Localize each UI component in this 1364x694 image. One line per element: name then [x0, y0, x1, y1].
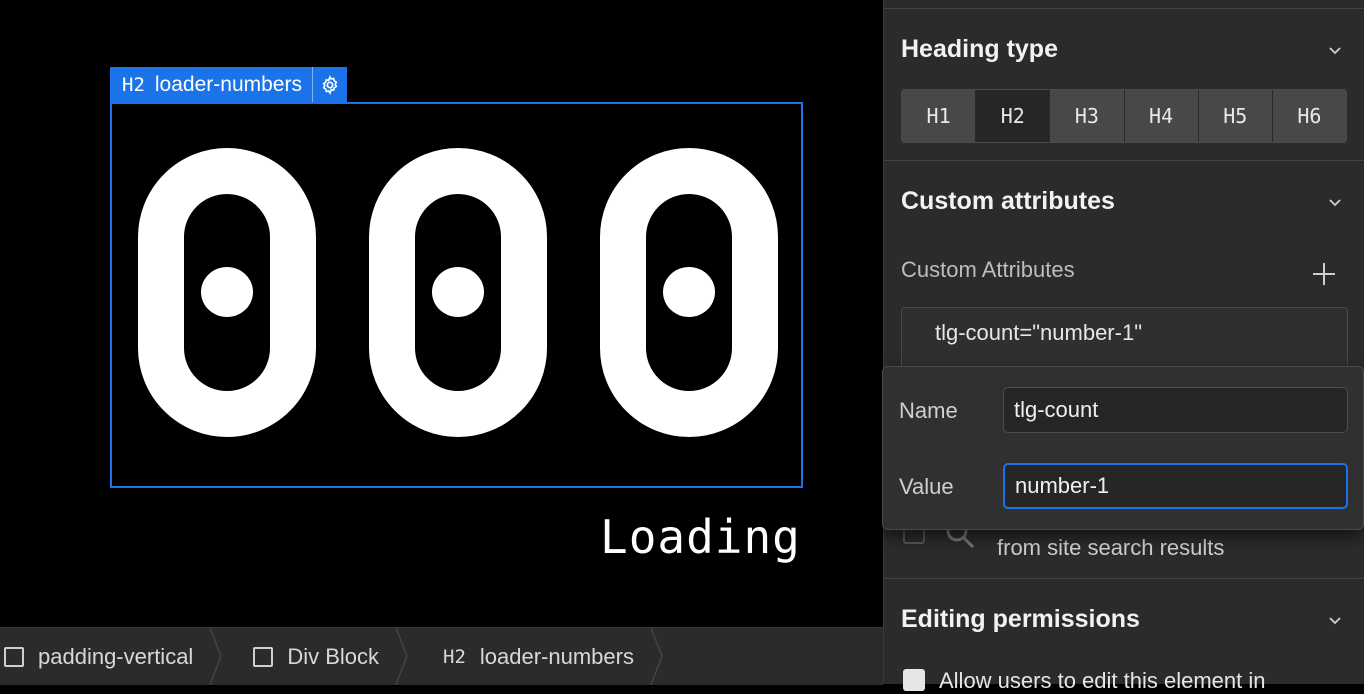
chevron-down-icon[interactable]	[1328, 44, 1342, 58]
allow-edit-checkbox[interactable]	[903, 669, 925, 691]
chevron-down-icon[interactable]	[1328, 196, 1342, 210]
heading-option-h2[interactable]: H2	[976, 90, 1051, 142]
heading-option-h6[interactable]: H6	[1272, 90, 1346, 142]
section-divider	[884, 160, 1364, 161]
section-divider	[884, 578, 1364, 579]
element-breadcrumb: padding-vertical Div Block H2 loader-num…	[0, 627, 883, 685]
breadcrumb-separator	[395, 628, 408, 685]
name-label: Name	[899, 398, 958, 423]
breadcrumb-separator	[650, 628, 663, 685]
heading-tag-icon: H2	[443, 645, 466, 668]
zero-digits-graphic	[138, 148, 778, 437]
selected-element-label[interactable]: H2 loader-numbers	[110, 67, 347, 102]
attribute-edit-popup: Name Value	[882, 366, 1364, 530]
breadcrumb-item-div-block[interactable]: Div Block	[223, 628, 409, 685]
digit-dot-2	[432, 267, 484, 317]
heading-option-h5[interactable]: H5	[1198, 90, 1273, 142]
custom-attributes-title[interactable]: Custom attributes	[901, 187, 1115, 216]
loader-numbers-heading[interactable]	[110, 102, 803, 488]
breadcrumb-item-padding-vertical[interactable]: padding-vertical	[0, 628, 223, 685]
heading-type-title[interactable]: Heading type	[901, 35, 1058, 64]
custom-attribute-entry-text: tlg-count="number-1"	[935, 320, 1143, 345]
box-icon	[253, 646, 274, 667]
element-settings-panel: Heading type H1 H2 H3 H4 H5 H6 Custom at…	[883, 0, 1364, 693]
custom-attributes-label: Custom Attributes	[901, 257, 1075, 282]
section-divider	[884, 8, 1364, 9]
editing-permissions-title[interactable]: Editing permissions	[901, 605, 1140, 634]
loading-text[interactable]: Loading	[600, 510, 801, 564]
breadcrumb-label: padding-vertical	[38, 643, 194, 669]
exclude-search-text: from site search results	[997, 535, 1225, 560]
attribute-name-input[interactable]	[1003, 387, 1348, 433]
selected-class-name: loader-numbers	[154, 72, 302, 96]
attribute-value-input[interactable]	[1003, 463, 1348, 509]
box-icon	[4, 646, 24, 667]
breadcrumb-label: Div Block	[287, 643, 379, 669]
breadcrumb-item-loader-numbers[interactable]: H2 loader-numbers	[409, 628, 664, 685]
heading-type-selector: H1 H2 H3 H4 H5 H6	[901, 89, 1347, 143]
heading-option-h1[interactable]: H1	[902, 90, 977, 142]
breadcrumb-label: loader-numbers	[479, 643, 634, 669]
heading-option-h4[interactable]: H4	[1124, 90, 1199, 142]
selected-tag-name: H2	[122, 73, 145, 96]
element-settings-gear-icon[interactable]	[311, 67, 347, 102]
digit-dot-1	[201, 267, 253, 317]
breadcrumb-separator	[209, 628, 223, 685]
add-attribute-plus-icon[interactable]	[1312, 262, 1336, 286]
allow-edit-label: Allow users to edit this element in	[939, 668, 1266, 693]
heading-option-h3[interactable]: H3	[1050, 90, 1125, 142]
selected-element-tag: H2 loader-numbers	[110, 67, 312, 102]
value-label: Value	[899, 474, 954, 499]
digit-dot-3	[663, 267, 715, 317]
designer-canvas[interactable]: H2 loader-numbers Loading	[0, 0, 883, 627]
chevron-down-icon[interactable]	[1328, 614, 1342, 628]
